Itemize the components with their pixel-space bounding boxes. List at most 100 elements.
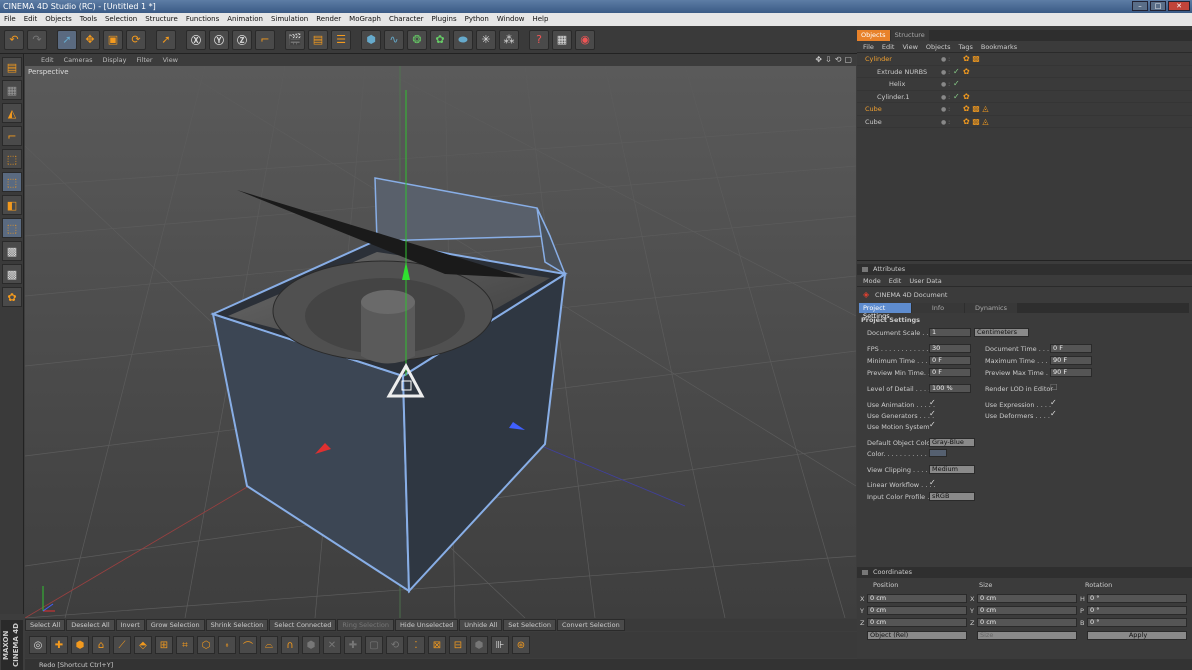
default-color-dropdown[interactable]: Gray-Blue [929,438,975,447]
edge-mode-icon[interactable]: ⬚ [2,172,22,192]
pos-x-field[interactable]: 0 cm [867,594,967,603]
deselect-all-button[interactable]: Deselect All [66,619,115,631]
object-tags-icon[interactable]: ✿ [963,92,970,101]
minimize-button[interactable]: – [1132,1,1148,11]
invert-button[interactable]: Invert [115,619,145,631]
help-icon[interactable]: ? [529,29,549,50]
convert-selection-button[interactable]: Convert Selection [556,619,625,631]
menu-python[interactable]: Python [461,15,493,26]
object-name[interactable]: Cube [865,105,882,113]
size-mode-dropdown[interactable]: Size [977,631,1077,640]
use-motion-checkbox[interactable]: ✓ [929,420,936,429]
maximize-view-icon[interactable]: ▢ [844,55,852,64]
scale-icon[interactable]: ▣ [103,29,123,50]
viewport-menu-edit[interactable]: Edit [41,56,54,66]
menu-character[interactable]: Character [385,15,428,26]
use-expression-checkbox[interactable]: ✓ [1050,398,1057,407]
menu-window[interactable]: Window [493,15,529,26]
magnet-icon[interactable]: ∩ [281,636,299,654]
point-mode-icon[interactable]: ⬚ [2,149,22,169]
x-axis-icon[interactable]: Ⓧ [186,29,206,50]
size-z-field[interactable]: 0 cm [977,618,1077,627]
objects-menu-objects[interactable]: Objects [926,43,951,52]
object-row[interactable]: Cylinder ● : ✿ ▩ [857,53,1192,66]
add-point-icon[interactable]: ✚ [50,636,68,654]
rot-h-field[interactable]: 0 ° [1087,594,1187,603]
viewport-scene[interactable] [25,66,856,618]
move-view-icon[interactable]: ✥ [815,55,822,64]
pos-z-field[interactable]: 0 cm [867,618,967,627]
set-point-value-icon[interactable]: ✕ [323,636,341,654]
workplane-icon[interactable]: ▩ [2,241,22,261]
hide-unselected-button[interactable]: Hide Unselected [395,619,459,631]
mirror-icon[interactable]: ⬢ [302,636,320,654]
object-row[interactable]: Cube ● : ✿ ▩ ◬ [857,116,1192,128]
object-name[interactable]: Extrude NURBS [877,68,927,76]
use-animation-checkbox[interactable]: ✓ [929,398,936,407]
smooth-shift-icon[interactable]: ⬡ [197,636,215,654]
weld-icon[interactable]: ⌒ [239,636,257,654]
3d-viewport[interactable]: Perspective [25,66,856,618]
recent-tools-icon[interactable]: ➚ [156,29,176,50]
slide-icon[interactable]: ⬫ [218,636,236,654]
tab-project-settings[interactable]: Project Settings [859,303,911,320]
menu-structure[interactable]: Structure [141,15,182,26]
triangulate-icon[interactable]: ⊟ [449,636,467,654]
rotate-view-icon[interactable]: ⟲ [835,55,842,64]
menu-simulation[interactable]: Simulation [267,15,312,26]
document-scale-field[interactable]: 1 [929,328,971,337]
array-tool-icon[interactable]: ⁚ [407,636,425,654]
object-row[interactable]: Cube ● : ✿ ▩ ◬ [857,103,1192,116]
objects-menu-bookmarks[interactable]: Bookmarks [981,43,1017,52]
snap-icon[interactable]: ▩ [2,264,22,284]
tab-dynamics[interactable]: Dynamics [965,303,1017,313]
set-selection-button[interactable]: Set Selection [503,619,556,631]
object-tags-icon[interactable]: ✿ [963,67,970,76]
object-row[interactable]: Extrude NURBS ● : ✓ ✿ [857,66,1192,78]
layout-icon[interactable]: ▦ [552,29,572,50]
select-connected-button[interactable]: Select Connected [269,619,337,631]
use-generators-checkbox[interactable]: ✓ [929,409,936,418]
menu-file[interactable]: File [0,15,20,26]
y-axis-icon[interactable]: Ⓨ [209,29,229,50]
move-icon[interactable]: ✥ [80,29,100,50]
menu-mograph[interactable]: MoGraph [345,15,385,26]
unhide-all-button[interactable]: Unhide All [459,619,503,631]
objects-menu-file[interactable]: File [863,43,874,52]
preview-min-field[interactable]: 0 F [929,368,971,377]
undo-icon[interactable]: ↶ [4,29,24,50]
object-name[interactable]: Cylinder [865,55,892,63]
visibility-dots-icon[interactable]: ● : [941,94,950,101]
menu-edit[interactable]: Edit [20,15,42,26]
disconnect-icon[interactable]: ▢ [365,636,383,654]
grow-selection-button[interactable]: Grow Selection [145,619,205,631]
ring-selection-button[interactable]: Ring Selection [337,619,394,631]
scene-icon[interactable]: ✳ [476,29,496,50]
z-axis-icon[interactable]: Ⓩ [232,29,252,50]
viewport-menu-display[interactable]: Display [103,56,127,66]
tab-objects[interactable]: Objects [857,30,890,41]
python-icon[interactable]: ◉ [575,29,595,50]
tab-info[interactable]: Info [912,303,964,313]
enabled-check-icon[interactable]: ✓ [953,92,960,101]
rotate-icon[interactable]: ⟳ [126,29,146,50]
doc-time-field[interactable]: 0 F [1050,344,1092,353]
objects-menu-tags[interactable]: Tags [958,43,972,52]
min-time-field[interactable]: 0 F [929,356,971,365]
object-mode-icon[interactable]: ⌐ [2,126,22,146]
view-clipping-dropdown[interactable]: Medium [929,465,975,474]
subdivide-icon[interactable]: ⊠ [428,636,446,654]
menu-help[interactable]: Help [528,15,552,26]
knife-icon[interactable]: ⟋ [113,636,131,654]
reverse-normals-icon[interactable]: ⊛ [512,636,530,654]
select-all-button[interactable]: Select All [25,619,66,631]
texture-mode-icon[interactable]: ▦ [2,80,22,100]
objects-menu-edit[interactable]: Edit [882,43,895,52]
size-x-field[interactable]: 0 cm [977,594,1077,603]
preview-max-field[interactable]: 90 F [1050,368,1092,377]
menu-animation[interactable]: Animation [223,15,267,26]
visibility-dots-icon[interactable]: ● : [941,56,950,63]
render-picture-viewer-icon[interactable]: ▤ [308,29,328,50]
visibility-dots-icon[interactable]: ● : [941,81,950,88]
deformer-icon[interactable]: ⬬ [453,29,473,50]
